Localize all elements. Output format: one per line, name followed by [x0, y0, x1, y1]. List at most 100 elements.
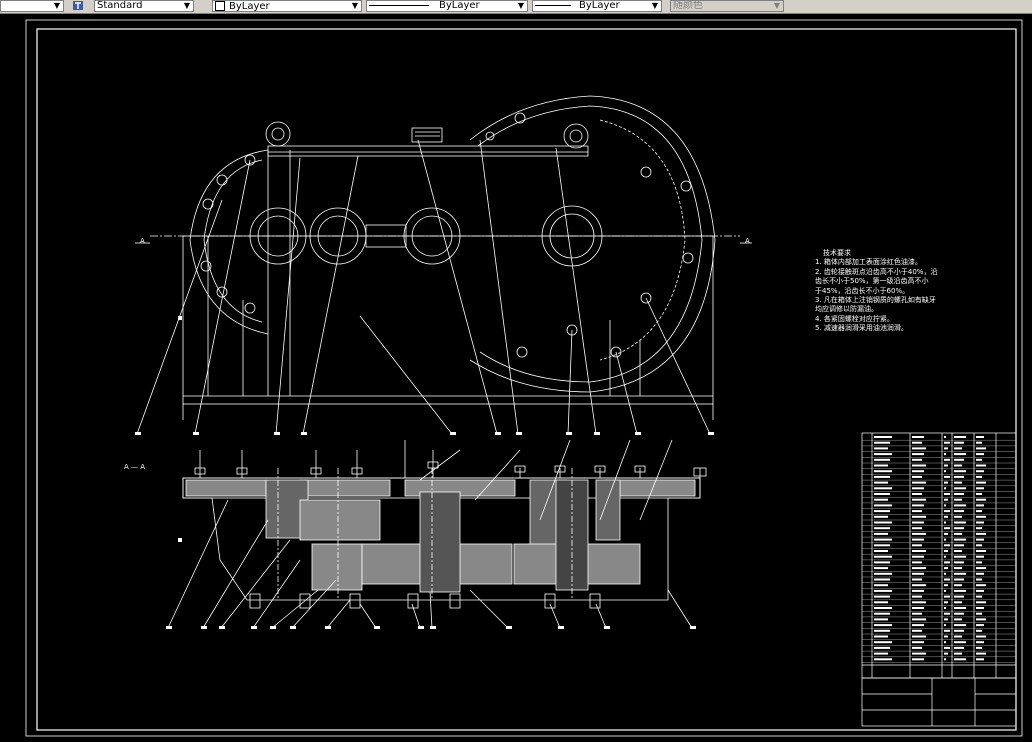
parts-list-cell [944, 464, 948, 467]
lineweight-value: ByLayer [579, 0, 620, 11]
parts-list-cell [954, 550, 962, 552]
parts-list-cell [954, 601, 962, 604]
layer-value: ByLayer [229, 1, 270, 12]
linetype-dropdown[interactable]: ByLayer ▼ [366, 0, 528, 12]
parts-list-cell [912, 504, 924, 507]
parts-list-cell [874, 527, 890, 530]
parts-list-cell [954, 447, 962, 450]
parts-list-cell [912, 595, 922, 598]
parts-list-cell [874, 538, 892, 541]
parts-list-cell [874, 544, 890, 547]
tech-requirement-line: 齿长不小于50%，第一级沿齿高不小 [815, 277, 929, 286]
parts-list-cell [874, 589, 892, 592]
parts-list-cell [944, 527, 950, 530]
parts-list-cell [912, 561, 922, 564]
previous-dropdown[interactable]: ▼ [0, 0, 64, 12]
chevron-down-icon: ▼ [651, 1, 659, 10]
parts-list-cell [976, 436, 984, 438]
color-swatch-icon [215, 1, 225, 11]
parts-list-cell [874, 618, 888, 621]
parts-list-cell [912, 624, 924, 627]
parts-list-cell [874, 658, 892, 661]
parts-list-cell [912, 527, 922, 530]
parts-list-cell [976, 641, 984, 644]
parts-list-cell [954, 607, 966, 609]
parts-list-cell [976, 544, 982, 547]
parts-list-cell [976, 493, 982, 495]
parts-list-cell [944, 612, 950, 615]
parts-list-cell [976, 612, 982, 615]
parts-list-cell [954, 510, 964, 513]
parts-list-cell [874, 532, 888, 535]
parts-list-cell [874, 521, 892, 524]
lineweight-dropdown[interactable]: ByLayer ▼ [532, 0, 662, 12]
chevron-down-icon: ▼ [53, 1, 61, 10]
parts-list-cell [944, 487, 946, 490]
parts-list-cell [976, 646, 982, 649]
parts-list-cell [944, 629, 950, 632]
parts-list-cell [912, 510, 922, 513]
parts-list-cell [954, 441, 964, 444]
tech-requirement-line: 1. 箱体内部加工表面涂红色油漆。 [815, 258, 922, 267]
parts-list-cell [954, 567, 962, 570]
parts-list-cell [874, 578, 890, 581]
text-style-icon[interactable] [72, 0, 84, 11]
parts-list-cell [912, 453, 924, 456]
parts-list-cell [912, 589, 924, 592]
text-style-value: Standard [97, 0, 143, 11]
parts-list-cell [912, 567, 926, 570]
parts-list-cell [976, 447, 986, 450]
section-marker-left: A [140, 237, 145, 245]
parts-list-cell [976, 567, 986, 570]
tech-requirements-title: 技术要求 [823, 249, 851, 257]
parts-list-cell [954, 458, 964, 461]
parts-list-cell [912, 487, 924, 490]
parts-list-cell [912, 470, 924, 473]
parts-list-cell [944, 589, 946, 592]
parts-list-cell [954, 629, 964, 632]
parts-list-cell [874, 555, 892, 558]
parts-list-cell [976, 515, 986, 518]
parts-list-cell [976, 538, 984, 541]
parts-list-cell [912, 612, 922, 615]
parts-list-cell [976, 561, 982, 564]
parts-list-cell [954, 493, 964, 495]
parts-list-cell [976, 481, 986, 484]
parts-list-cell [954, 612, 964, 615]
parts-list-cell [944, 498, 948, 501]
plot-style-dropdown[interactable]: 随颜色 ▼ [670, 0, 784, 12]
parts-list-cell [874, 481, 888, 484]
parts-list-cell [944, 470, 946, 473]
parts-list-cell [912, 629, 922, 632]
parts-list-cell [912, 447, 926, 450]
parts-list-cell [954, 470, 966, 473]
parts-list-cell [954, 504, 966, 507]
parts-list-cell [874, 607, 892, 609]
tech-requirement-line: 于45%，沿齿长不小于60%。 [815, 286, 910, 295]
parts-list-cell [874, 561, 890, 564]
chevron-down-icon: ▼ [351, 1, 359, 10]
parts-list-cell [912, 436, 924, 438]
parts-list-cell [874, 453, 892, 456]
parts-list-cell [954, 515, 962, 518]
parts-list-cell [874, 550, 888, 552]
parts-list-cell [874, 567, 888, 570]
parts-list-cell [976, 572, 984, 575]
parts-list-cell [874, 464, 888, 467]
parts-list-cell [944, 624, 946, 627]
layer-dropdown[interactable]: ByLayer ▼ [212, 0, 362, 12]
parts-list-cell [976, 578, 982, 581]
section-marker-right: A [745, 237, 750, 245]
parts-list-cell [954, 555, 966, 558]
parts-list-cell [944, 453, 946, 456]
drawing-canvas[interactable] [0, 14, 1032, 742]
parts-list-cell [954, 646, 964, 649]
parts-list-cell [954, 618, 962, 621]
parts-list-cell [976, 658, 984, 661]
parts-list-cell [976, 555, 984, 558]
parts-list-cell [874, 441, 890, 444]
parts-list-cell [912, 538, 924, 541]
parts-list-cell [954, 475, 964, 478]
text-style-dropdown[interactable]: Standard ▼ [94, 0, 194, 12]
parts-list-cell [976, 521, 984, 524]
